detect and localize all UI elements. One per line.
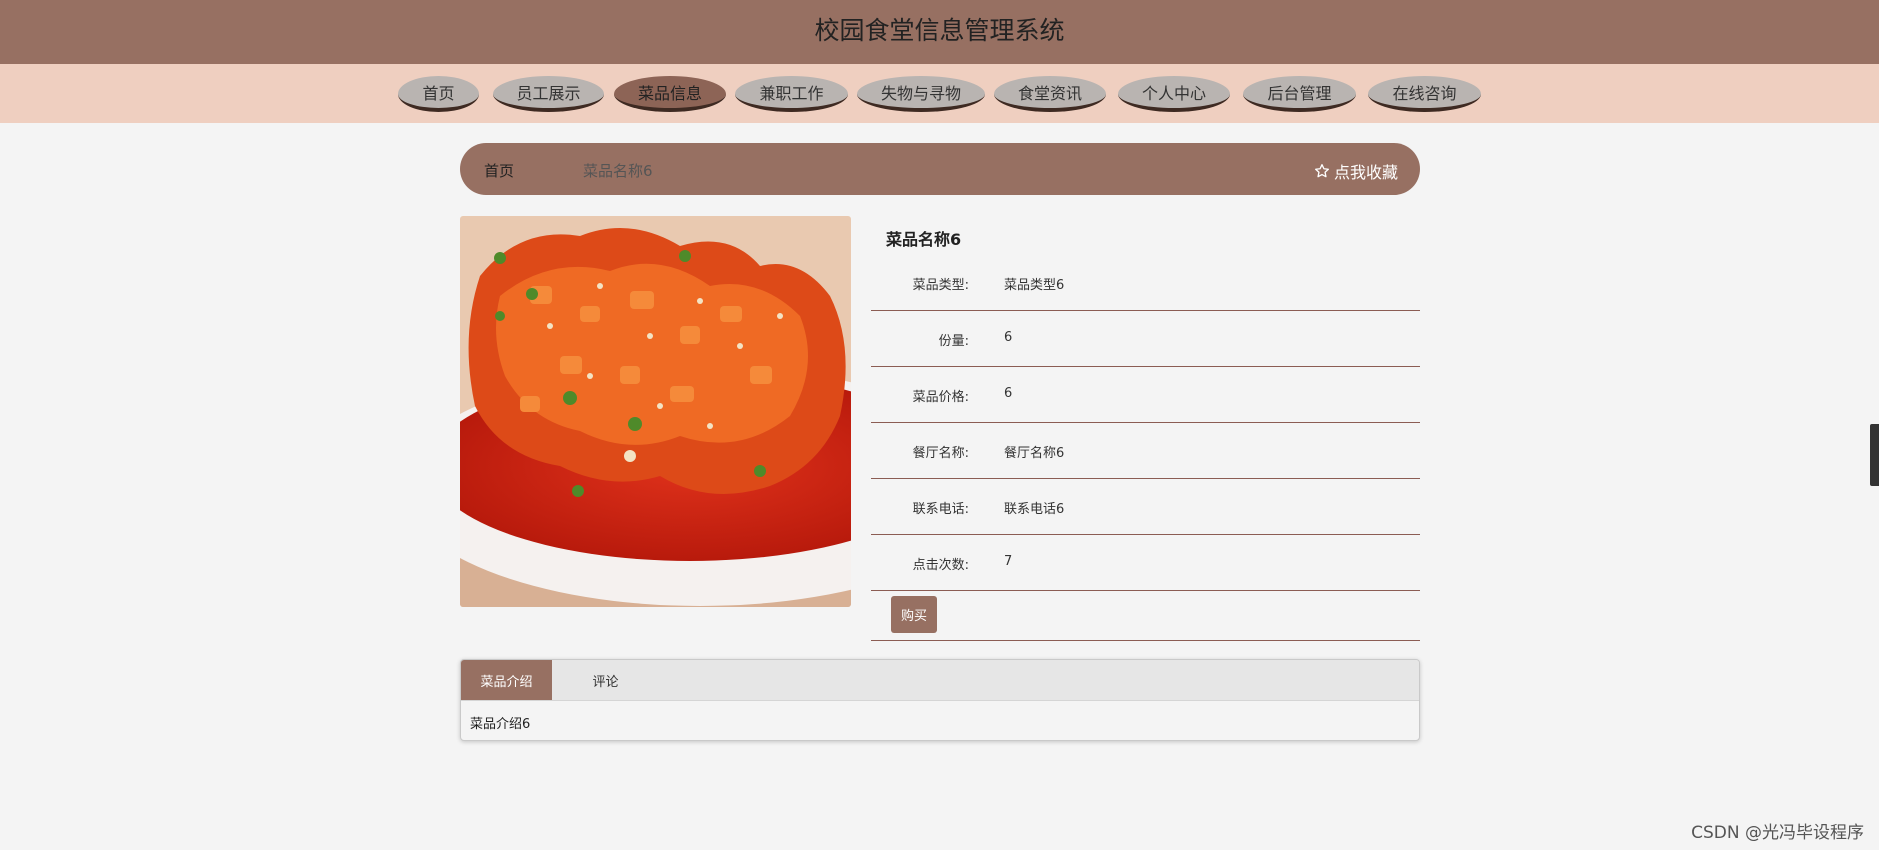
- tabs-bar: 菜品介绍 评论: [461, 660, 1419, 701]
- nav-item-news[interactable]: 食堂资讯: [994, 76, 1106, 112]
- buy-button[interactable]: 购买: [891, 596, 937, 633]
- info-label: 点击次数:: [912, 558, 969, 573]
- breadcrumb-current: 菜品名称6: [583, 162, 653, 180]
- nav-item-profile[interactable]: 个人中心: [1118, 76, 1230, 112]
- info-value: 6: [1004, 386, 1013, 401]
- info-row-clicks: 点击次数: 7: [871, 535, 1420, 591]
- info-label: 份量:: [938, 334, 969, 349]
- tab-content: 菜品介绍6: [470, 717, 531, 732]
- nav-item-dishes[interactable]: 菜品信息: [614, 76, 726, 112]
- info-row-price: 菜品价格: 6: [871, 367, 1420, 423]
- side-scroll-handle[interactable]: [1870, 424, 1879, 486]
- site-header: 校园食堂信息管理系统: [0, 0, 1879, 64]
- favorite-label: 点我收藏: [1333, 163, 1398, 182]
- breadcrumb-home-link[interactable]: 首页: [484, 160, 514, 181]
- buy-row: 购买: [871, 590, 1420, 641]
- detail-tabs: 菜品介绍 评论 菜品介绍6: [460, 659, 1420, 741]
- dish-image: [460, 216, 851, 607]
- info-label: 菜品价格:: [912, 390, 969, 405]
- info-row-phone: 联系电话: 联系电话6: [871, 479, 1420, 535]
- dish-name: 菜品名称6: [886, 230, 962, 249]
- nav-item-part-time[interactable]: 兼职工作: [735, 76, 848, 112]
- tab-dish-intro[interactable]: 菜品介绍: [461, 660, 552, 700]
- info-value: 联系电话6: [1004, 502, 1065, 517]
- info-label: 餐厅名称:: [912, 446, 969, 461]
- site-title: 校园食堂信息管理系统: [814, 16, 1065, 45]
- main-nav: 首页 员工展示 菜品信息 兼职工作 失物与寻物 食堂资讯 个人中心 后台管理 在…: [0, 64, 1879, 123]
- nav-item-lost-found[interactable]: 失物与寻物: [857, 76, 985, 112]
- info-label: 联系电话:: [912, 502, 969, 517]
- nav-item-staff[interactable]: 员工展示: [493, 76, 604, 112]
- breadcrumb: 首页 菜品名称6 点我收藏: [460, 143, 1420, 195]
- info-value: 7: [1004, 554, 1013, 569]
- watermark: CSDN @光冯毕设程序: [1691, 823, 1864, 843]
- nav-item-consult[interactable]: 在线咨询: [1368, 76, 1481, 112]
- info-label: 菜品类型:: [912, 278, 969, 293]
- info-row-portion: 份量: 6: [871, 311, 1420, 367]
- info-value: 餐厅名称6: [1004, 446, 1065, 461]
- favorite-button[interactable]: 点我收藏: [1314, 159, 1398, 183]
- info-row-restaurant: 餐厅名称: 餐厅名称6: [871, 423, 1420, 479]
- info-value: 6: [1004, 330, 1013, 345]
- nav-item-admin[interactable]: 后台管理: [1243, 76, 1356, 112]
- info-row-type: 菜品类型: 菜品类型6: [871, 255, 1420, 311]
- star-outline-icon: [1314, 164, 1329, 178]
- nav-item-home[interactable]: 首页: [398, 76, 479, 112]
- info-value: 菜品类型6: [1004, 278, 1065, 293]
- tab-comments[interactable]: 评论: [552, 660, 659, 700]
